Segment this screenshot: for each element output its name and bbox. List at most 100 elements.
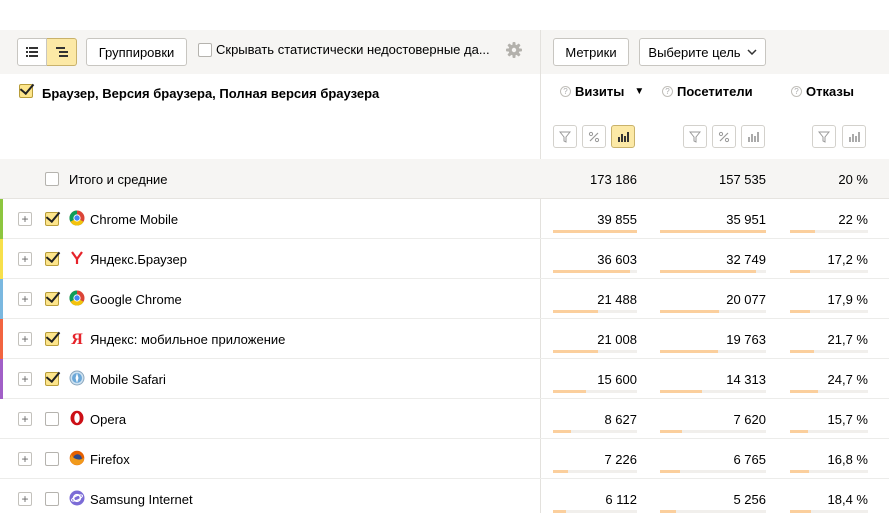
- column-header-visitors[interactable]: ? Посетители: [662, 84, 753, 99]
- metrics-label: Метрики: [565, 44, 617, 60]
- visits-bars-button[interactable]: [611, 125, 635, 148]
- hide-unreliable-toggle[interactable]: Скрывать статистически недостоверные да.…: [198, 42, 494, 57]
- bar-chart-icon: [618, 131, 629, 142]
- browser-name[interactable]: Opera: [90, 412, 126, 427]
- browser-name[interactable]: Яндекс: мобильное приложение: [90, 332, 285, 347]
- totals-checkbox[interactable]: [45, 172, 59, 186]
- browser-name[interactable]: Firefox: [90, 452, 130, 467]
- browser-name[interactable]: Mobile Safari: [90, 372, 166, 387]
- totals-bounce: 20 %: [838, 172, 868, 187]
- visitors-value: 32 749: [726, 252, 766, 267]
- visitors-percent-button[interactable]: [712, 125, 736, 148]
- visits-value: 8 627: [604, 412, 637, 427]
- visitors-bars-button[interactable]: [741, 125, 765, 148]
- expand-icon[interactable]: +: [18, 412, 32, 426]
- visits-value: 36 603: [597, 252, 637, 267]
- totals-row: Итого и средние 173 186 157 535 20 %: [0, 159, 889, 199]
- expand-icon[interactable]: +: [18, 492, 32, 506]
- visits-bar: [553, 270, 630, 273]
- row-checkbox[interactable]: [45, 372, 59, 386]
- metrics-button[interactable]: Метрики: [553, 38, 629, 66]
- goal-select-label: Выберите цель: [648, 44, 741, 60]
- expand-icon[interactable]: +: [18, 252, 32, 266]
- expand-icon[interactable]: +: [18, 332, 32, 346]
- visitors-value: 7 620: [733, 412, 766, 427]
- browser-name[interactable]: Google Chrome: [90, 292, 182, 307]
- row-checkbox[interactable]: [45, 332, 59, 346]
- visitors-bar: [660, 470, 680, 473]
- table-row[interactable]: + Chrome Mobile 39 855 35 951 22 %: [0, 199, 889, 239]
- visitors-bar: [660, 350, 718, 353]
- totals-visitors: 157 535: [719, 172, 766, 187]
- safari-icon: [69, 370, 85, 386]
- column-header-bounce[interactable]: ? Отказы: [791, 84, 854, 99]
- row-checkbox[interactable]: [45, 452, 59, 466]
- column-header-visits[interactable]: ? Визиты ▼: [560, 84, 644, 99]
- bounce-bar: [790, 470, 809, 473]
- visitors-value: 19 763: [726, 332, 766, 347]
- row-checkbox[interactable]: [45, 412, 59, 426]
- table-row[interactable]: + Google Chrome 21 488 20 077 17,9 %: [0, 279, 889, 319]
- groupings-button[interactable]: Группировки: [86, 38, 187, 66]
- sort-desc-icon: ▼: [634, 86, 645, 97]
- bounce-filter-button[interactable]: [812, 125, 836, 148]
- row-checkbox[interactable]: [45, 492, 59, 506]
- table-row[interactable]: + Firefox 7 226 6 765 16,8 %: [0, 439, 889, 479]
- browser-name[interactable]: Яндекс.Браузер: [90, 252, 187, 267]
- firefox-icon: [69, 450, 85, 466]
- tree-view-button[interactable]: [47, 38, 77, 66]
- table-row[interactable]: + Я Яндекс: мобильное приложение 21 008 19 7…: [0, 319, 889, 359]
- visits-value: 15 600: [597, 372, 637, 387]
- table-row[interactable]: + Opera 8 627 7 620 15,7 %: [0, 399, 889, 439]
- row-checkbox[interactable]: [45, 292, 59, 306]
- bounce-bars-button[interactable]: [842, 125, 866, 148]
- chrome-icon: [69, 290, 85, 306]
- filter-icon: [818, 131, 830, 143]
- row-checkbox[interactable]: [45, 212, 59, 226]
- bounce-value: 17,9 %: [827, 292, 868, 307]
- gear-icon[interactable]: [505, 41, 523, 59]
- expand-icon[interactable]: +: [18, 292, 32, 306]
- bounce-bar: [790, 230, 815, 233]
- bounce-value: 22 %: [838, 212, 868, 227]
- expand-icon[interactable]: +: [18, 372, 32, 386]
- bounce-bar: [790, 430, 808, 433]
- bounce-value: 24,7 %: [827, 372, 868, 387]
- table-row[interactable]: + Samsung Internet 6 112 5 256 18,4 %: [0, 479, 889, 513]
- dimensions-checkbox[interactable]: [19, 84, 33, 98]
- hide-unreliable-checkbox[interactable]: [198, 42, 212, 57]
- visits-value: 39 855: [597, 212, 637, 227]
- visitors-bar: [660, 310, 719, 313]
- groupings-label: Группировки: [98, 44, 175, 60]
- browser-name[interactable]: Samsung Internet: [90, 492, 193, 507]
- visits-percent-button[interactable]: [582, 125, 606, 148]
- help-icon[interactable]: ?: [560, 86, 571, 97]
- percent-icon: [588, 131, 600, 142]
- column-label-visits: Визиты: [575, 84, 625, 99]
- browser-name[interactable]: Chrome Mobile: [90, 212, 178, 227]
- visitors-filter-button[interactable]: [683, 125, 707, 148]
- bounce-value: 18,4 %: [827, 492, 868, 507]
- list-view-button[interactable]: [17, 38, 47, 66]
- totals-label: Итого и средние: [69, 172, 168, 187]
- help-icon[interactable]: ?: [791, 86, 802, 97]
- help-icon[interactable]: ?: [662, 86, 673, 97]
- hide-unreliable-label: Скрывать статистически недостоверные да.…: [216, 42, 490, 57]
- bounce-bar: [790, 270, 810, 273]
- table-row[interactable]: + Mobile Safari 15 600 14 313 24,7 %: [0, 359, 889, 399]
- visits-bar: [553, 390, 586, 393]
- bounce-value: 21,7 %: [827, 332, 868, 347]
- table-row[interactable]: + Яндекс.Браузер 36 603 32 749 17,2 %: [0, 239, 889, 279]
- expand-icon[interactable]: +: [18, 452, 32, 466]
- row-color-marker: [0, 279, 3, 319]
- expand-icon[interactable]: +: [18, 212, 32, 226]
- goal-select[interactable]: Выберите цель: [639, 38, 766, 66]
- row-checkbox[interactable]: [45, 252, 59, 266]
- visitors-value: 20 077: [726, 292, 766, 307]
- bounce-value: 15,7 %: [827, 412, 868, 427]
- visitors-value: 5 256: [733, 492, 766, 507]
- visits-filter-button[interactable]: [553, 125, 577, 148]
- visits-value: 6 112: [605, 492, 637, 507]
- visitors-value: 35 951: [726, 212, 766, 227]
- view-switcher: [17, 38, 77, 66]
